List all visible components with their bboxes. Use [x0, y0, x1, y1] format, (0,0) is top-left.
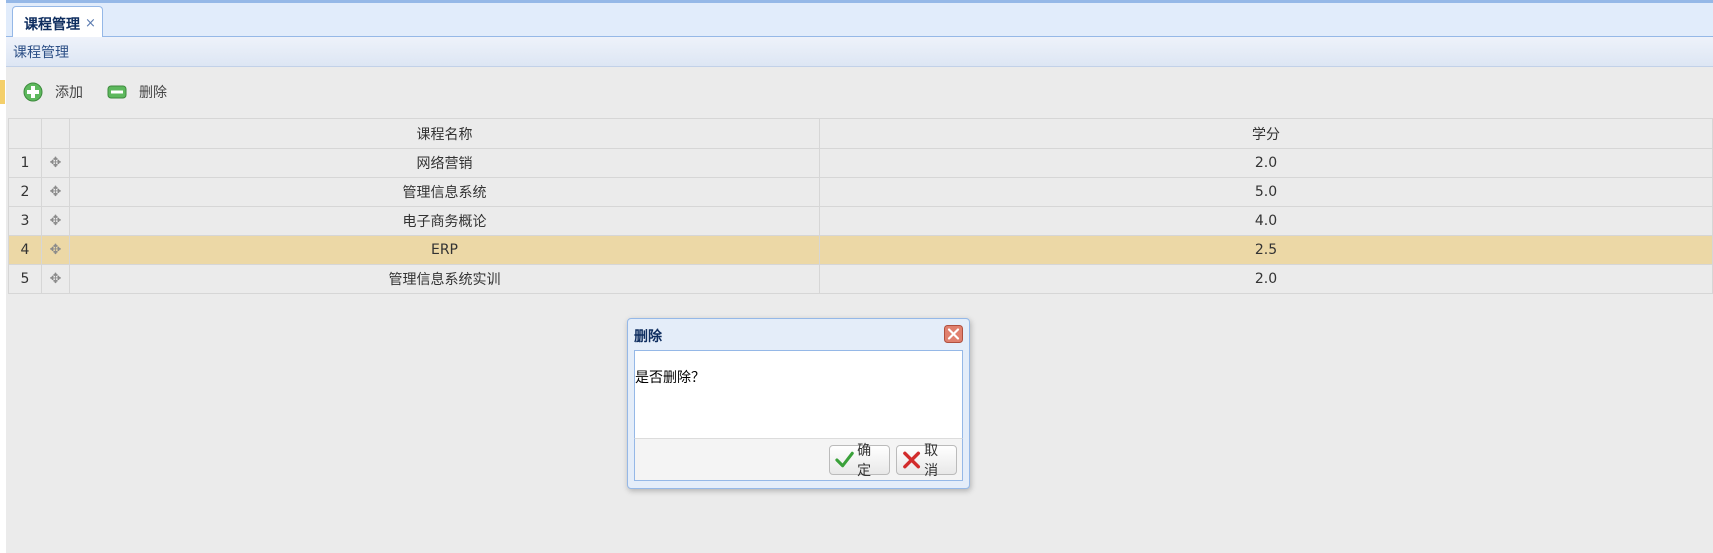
row-number: 1	[8, 148, 42, 178]
table-row[interactable]: 5 ✥ 管理信息系统实训 2.0	[8, 264, 1713, 294]
delete-button-label: 删除	[139, 85, 167, 101]
row-expand[interactable]: ✥	[41, 148, 70, 178]
toolbar: 添加 删除	[6, 67, 1713, 117]
rownum-header	[8, 118, 42, 149]
cancel-button[interactable]: 取消	[896, 443, 957, 479]
credit-cell[interactable]: 2.5	[819, 235, 1713, 265]
delete-button[interactable]: 删除	[107, 82, 167, 102]
course-name-cell[interactable]: ERP	[69, 235, 820, 265]
expand-header	[41, 118, 70, 149]
add-button[interactable]: 添加	[23, 82, 83, 102]
cancel-button-label: 取消	[924, 443, 939, 479]
credit-cell[interactable]: 5.0	[819, 177, 1713, 207]
dialog-message: 是否删除？	[635, 370, 705, 386]
course-name-cell[interactable]: 电子商务概论	[69, 206, 820, 236]
row-expand[interactable]: ✥	[41, 177, 70, 207]
tab-course-management[interactable]: 课程管理 ×	[12, 6, 103, 40]
grid-header-row: 课程名称 学分	[8, 118, 1713, 149]
confirm-button[interactable]: 确定	[829, 443, 890, 479]
dialog-footer: 确定 取消	[634, 438, 963, 481]
plus-icon[interactable]: ✥	[50, 213, 62, 229]
course-name-cell[interactable]: 网络营销	[69, 148, 820, 178]
plus-icon[interactable]: ✥	[50, 184, 62, 200]
confirm-button-label: 确定	[857, 443, 872, 479]
plus-icon[interactable]: ✥	[50, 271, 62, 287]
credit-cell[interactable]: 2.0	[819, 264, 1713, 294]
tab-close-icon[interactable]: ×	[85, 16, 96, 31]
left-edge-marker	[0, 80, 5, 104]
cross-icon	[903, 451, 921, 469]
column-header-credit[interactable]: 学分	[819, 118, 1713, 149]
plus-icon[interactable]: ✥	[50, 155, 62, 171]
row-expand[interactable]: ✥	[41, 206, 70, 236]
table-row[interactable]: 3 ✥ 电子商务概论 4.0	[8, 206, 1713, 236]
panel-header: 课程管理	[6, 37, 1713, 67]
delete-confirm-dialog: 删除 是否删除？ 确定 取消	[627, 318, 970, 489]
course-name-cell[interactable]: 管理信息系统实训	[69, 264, 820, 294]
course-grid: 课程名称 学分 1 ✥ 网络营销 2.0 2 ✥ 管理信息系统 5.0 3 ✥ …	[8, 118, 1713, 294]
dialog-title: 删除	[634, 329, 662, 345]
table-row[interactable]: 2 ✥ 管理信息系统 5.0	[8, 177, 1713, 207]
panel-title: 课程管理	[13, 44, 69, 61]
dialog-body: 是否删除？	[634, 350, 963, 438]
row-expand[interactable]: ✥	[41, 264, 70, 294]
course-name-cell[interactable]: 管理信息系统	[69, 177, 820, 207]
plus-circle-icon	[23, 82, 43, 102]
tab-label: 课程管理	[24, 16, 80, 33]
tab-bar: 课程管理 ×	[6, 0, 1713, 40]
plus-icon[interactable]: ✥	[50, 242, 62, 258]
check-icon	[835, 451, 854, 468]
add-button-label: 添加	[55, 85, 83, 101]
row-number: 2	[8, 177, 42, 207]
table-row[interactable]: 1 ✥ 网络营销 2.0	[8, 148, 1713, 178]
table-row-selected[interactable]: 4 ✥ ERP 2.5	[8, 235, 1713, 265]
row-number: 4	[8, 235, 42, 265]
minus-rect-icon	[107, 85, 127, 99]
row-number: 5	[8, 264, 42, 294]
column-header-course-name[interactable]: 课程名称	[69, 118, 820, 149]
close-icon[interactable]	[944, 325, 963, 343]
credit-cell[interactable]: 2.0	[819, 148, 1713, 178]
row-expand[interactable]: ✥	[41, 235, 70, 265]
credit-cell[interactable]: 4.0	[819, 206, 1713, 236]
row-number: 3	[8, 206, 42, 236]
